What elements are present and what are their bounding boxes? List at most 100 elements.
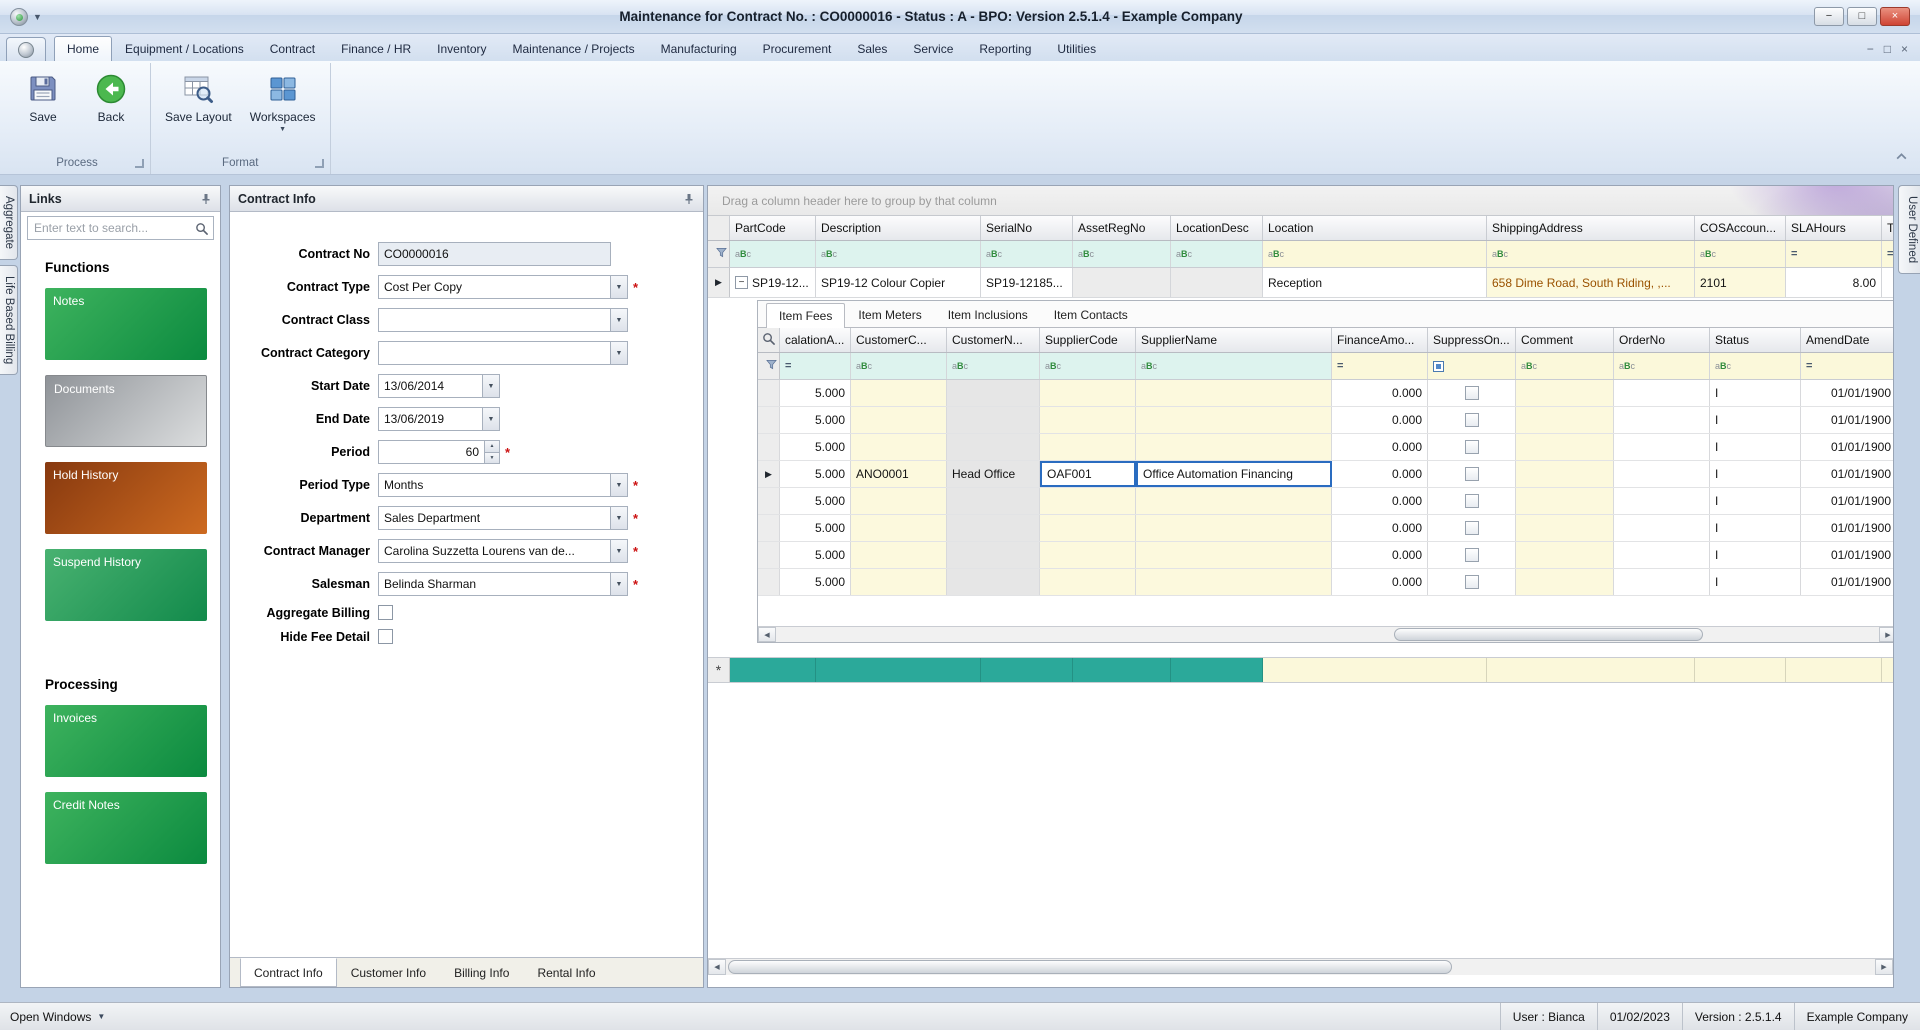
eq-filter-location[interactable]: aBc (1263, 241, 1487, 267)
checkbox-aggregate-billing[interactable] (378, 605, 393, 620)
fee-cell-orderno[interactable] (1614, 515, 1710, 541)
fee-cell-finance_amount[interactable]: 0.000 (1332, 461, 1428, 487)
eq-filter-partcode[interactable]: aBc (730, 241, 816, 267)
ribbon-tab-maintenance-projects[interactable]: Maintenance / Projects (500, 36, 648, 61)
fee-cell-escalation[interactable]: 5.000 (780, 542, 851, 568)
eq-filter-tra[interactable]: = (1882, 241, 1893, 267)
fee-cell-suppress[interactable] (1428, 542, 1516, 568)
fee-row[interactable]: 5.000 0.000 I 01/01/1900 (758, 434, 1893, 461)
ribbon-tab-finance-hr[interactable]: Finance / HR (328, 36, 424, 61)
eq-column-location[interactable]: Location (1263, 216, 1487, 240)
field-contract-manager[interactable]: Carolina Suzzetta Lourens van de... ▼ (378, 539, 628, 563)
open-windows-button[interactable]: Open Windows ▼ (10, 1010, 105, 1024)
ribbon-tab-utilities[interactable]: Utilities (1044, 36, 1109, 61)
fee-cell-amenddate[interactable]: 01/01/1900 (1801, 380, 1893, 406)
fees-filter-comment[interactable]: aBc (1516, 353, 1614, 379)
chevron-down-icon[interactable]: ▼ (610, 309, 627, 331)
mdi-restore-button[interactable]: □ (1884, 42, 1891, 56)
eq-column-assetregno[interactable]: AssetRegNo (1073, 216, 1171, 240)
eq-column-description[interactable]: Description (816, 216, 981, 240)
dialog-launcher-icon[interactable] (314, 159, 324, 168)
fee-cell-suppress[interactable] (1428, 434, 1516, 460)
fee-cell-comment[interactable] (1516, 434, 1614, 460)
fee-cell-finance_amount[interactable]: 0.000 (1332, 434, 1428, 460)
fee-cell-comment[interactable] (1516, 407, 1614, 433)
fee-cell-supplier_name[interactable] (1136, 488, 1332, 514)
suppress-checkbox[interactable] (1464, 413, 1479, 427)
fee-cell-supplier_code[interactable] (1040, 515, 1136, 541)
detail-tab-item-contacts[interactable]: Item Contacts (1041, 302, 1141, 327)
fee-cell-status[interactable]: I (1710, 569, 1801, 595)
fee-cell-orderno[interactable] (1614, 488, 1710, 514)
fees-hscrollbar[interactable]: ◀ ▶ (758, 626, 1893, 642)
fees-column-amenddate[interactable]: AmendDate (1801, 328, 1893, 352)
quick-access-caret-icon[interactable]: ▼ (33, 12, 42, 22)
fee-cell-supplier_code[interactable] (1040, 569, 1136, 595)
field-start-date[interactable]: 13/06/2014 ▼ (378, 374, 500, 398)
eq-column-shipping[interactable]: ShippingAddress (1487, 216, 1695, 240)
fee-cell-amenddate[interactable]: 01/01/1900 (1801, 569, 1893, 595)
eq-cell-description[interactable]: SP19-12 Colour Copier (816, 268, 981, 297)
eq-filter-cosaccount[interactable]: aBc (1695, 241, 1786, 267)
fee-cell-supplier_code[interactable] (1040, 380, 1136, 406)
fee-cell-supplier_code[interactable] (1040, 542, 1136, 568)
fee-cell-finance_amount[interactable]: 0.000 (1332, 542, 1428, 568)
chevron-down-icon[interactable]: ▼ (610, 342, 627, 364)
new-row-cell-location[interactable] (1263, 658, 1487, 682)
fee-row[interactable]: 5.000 0.000 I 01/01/1900 (758, 515, 1893, 542)
suppress-checkbox[interactable] (1464, 386, 1479, 400)
eq-filter-assetregno[interactable]: aBc (1073, 241, 1171, 267)
pin-icon[interactable] (200, 193, 212, 205)
fee-cell-customer_name[interactable] (947, 515, 1040, 541)
link-button-suspend-history[interactable]: Suspend History (45, 549, 207, 621)
contract-tab-customer-info[interactable]: Customer Info (337, 958, 440, 987)
link-button-invoices[interactable]: Invoices (45, 705, 207, 777)
group-by-box[interactable]: Drag a column header here to group by th… (708, 186, 1893, 216)
scroll-right-icon[interactable]: ▶ (1875, 959, 1893, 975)
eq-filter-locationdesc[interactable]: aBc (1171, 241, 1263, 267)
new-row-cell-cosaccount[interactable] (1695, 658, 1786, 682)
suppress-checkbox[interactable] (1464, 521, 1479, 535)
fee-cell-orderno[interactable] (1614, 380, 1710, 406)
spin-up-icon[interactable]: ▲ (485, 441, 499, 452)
fee-cell-customer_code[interactable] (851, 434, 947, 460)
close-button[interactable]: × (1880, 7, 1910, 26)
ribbon-tab-procurement[interactable]: Procurement (750, 36, 845, 61)
fees-column-comment[interactable]: Comment (1516, 328, 1614, 352)
fee-cell-suppress[interactable] (1428, 515, 1516, 541)
new-row-cell-partcode[interactable] (730, 658, 816, 682)
fees-filter-customer_name[interactable]: aBc (947, 353, 1040, 379)
fee-cell-suppress[interactable] (1428, 488, 1516, 514)
link-button-hold-history[interactable]: Hold History (45, 462, 207, 534)
fees-column-supplier_name[interactable]: SupplierName (1136, 328, 1332, 352)
spin-down-icon[interactable]: ▼ (485, 451, 499, 463)
fee-cell-customer_code[interactable] (851, 380, 947, 406)
fee-cell-supplier_name[interactable] (1136, 380, 1332, 406)
field-department[interactable]: Sales Department ▼ (378, 506, 628, 530)
fee-cell-finance_amount[interactable]: 0.000 (1332, 569, 1428, 595)
fee-cell-finance_amount[interactable]: 0.000 (1332, 380, 1428, 406)
fee-cell-customer_code[interactable] (851, 569, 947, 595)
eq-cell-shipping[interactable]: 658 Dime Road, South Riding, ,... (1487, 268, 1695, 297)
minimize-button[interactable]: − (1814, 7, 1844, 26)
fee-cell-customer_code[interactable]: ANO0001 (851, 461, 947, 487)
main-scroll-track[interactable] (726, 959, 1875, 975)
eq-cell-location[interactable]: Reception (1263, 268, 1487, 297)
fee-cell-orderno[interactable] (1614, 569, 1710, 595)
fee-cell-supplier_code[interactable]: OAF001 (1040, 461, 1136, 487)
ribbon-collapse-icon[interactable] (1895, 150, 1908, 166)
fee-cell-escalation[interactable]: 5.000 (780, 434, 851, 460)
fee-cell-suppress[interactable] (1428, 407, 1516, 433)
detail-tab-item-meters[interactable]: Item Meters (845, 302, 934, 327)
contract-tab-contract-info[interactable]: Contract Info (240, 958, 337, 987)
new-row-cell-description[interactable] (816, 658, 981, 682)
new-row-cell-shipping[interactable] (1487, 658, 1695, 682)
fees-column-customer_code[interactable]: CustomerC... (851, 328, 947, 352)
fee-cell-status[interactable]: I (1710, 434, 1801, 460)
application-button[interactable] (6, 37, 46, 61)
fee-cell-amenddate[interactable]: 01/01/1900 (1801, 488, 1893, 514)
new-row-cell-assetregno[interactable] (1073, 658, 1171, 682)
fee-cell-status[interactable]: I (1710, 407, 1801, 433)
fee-cell-comment[interactable] (1516, 461, 1614, 487)
fee-cell-customer_name[interactable]: Head Office (947, 461, 1040, 487)
